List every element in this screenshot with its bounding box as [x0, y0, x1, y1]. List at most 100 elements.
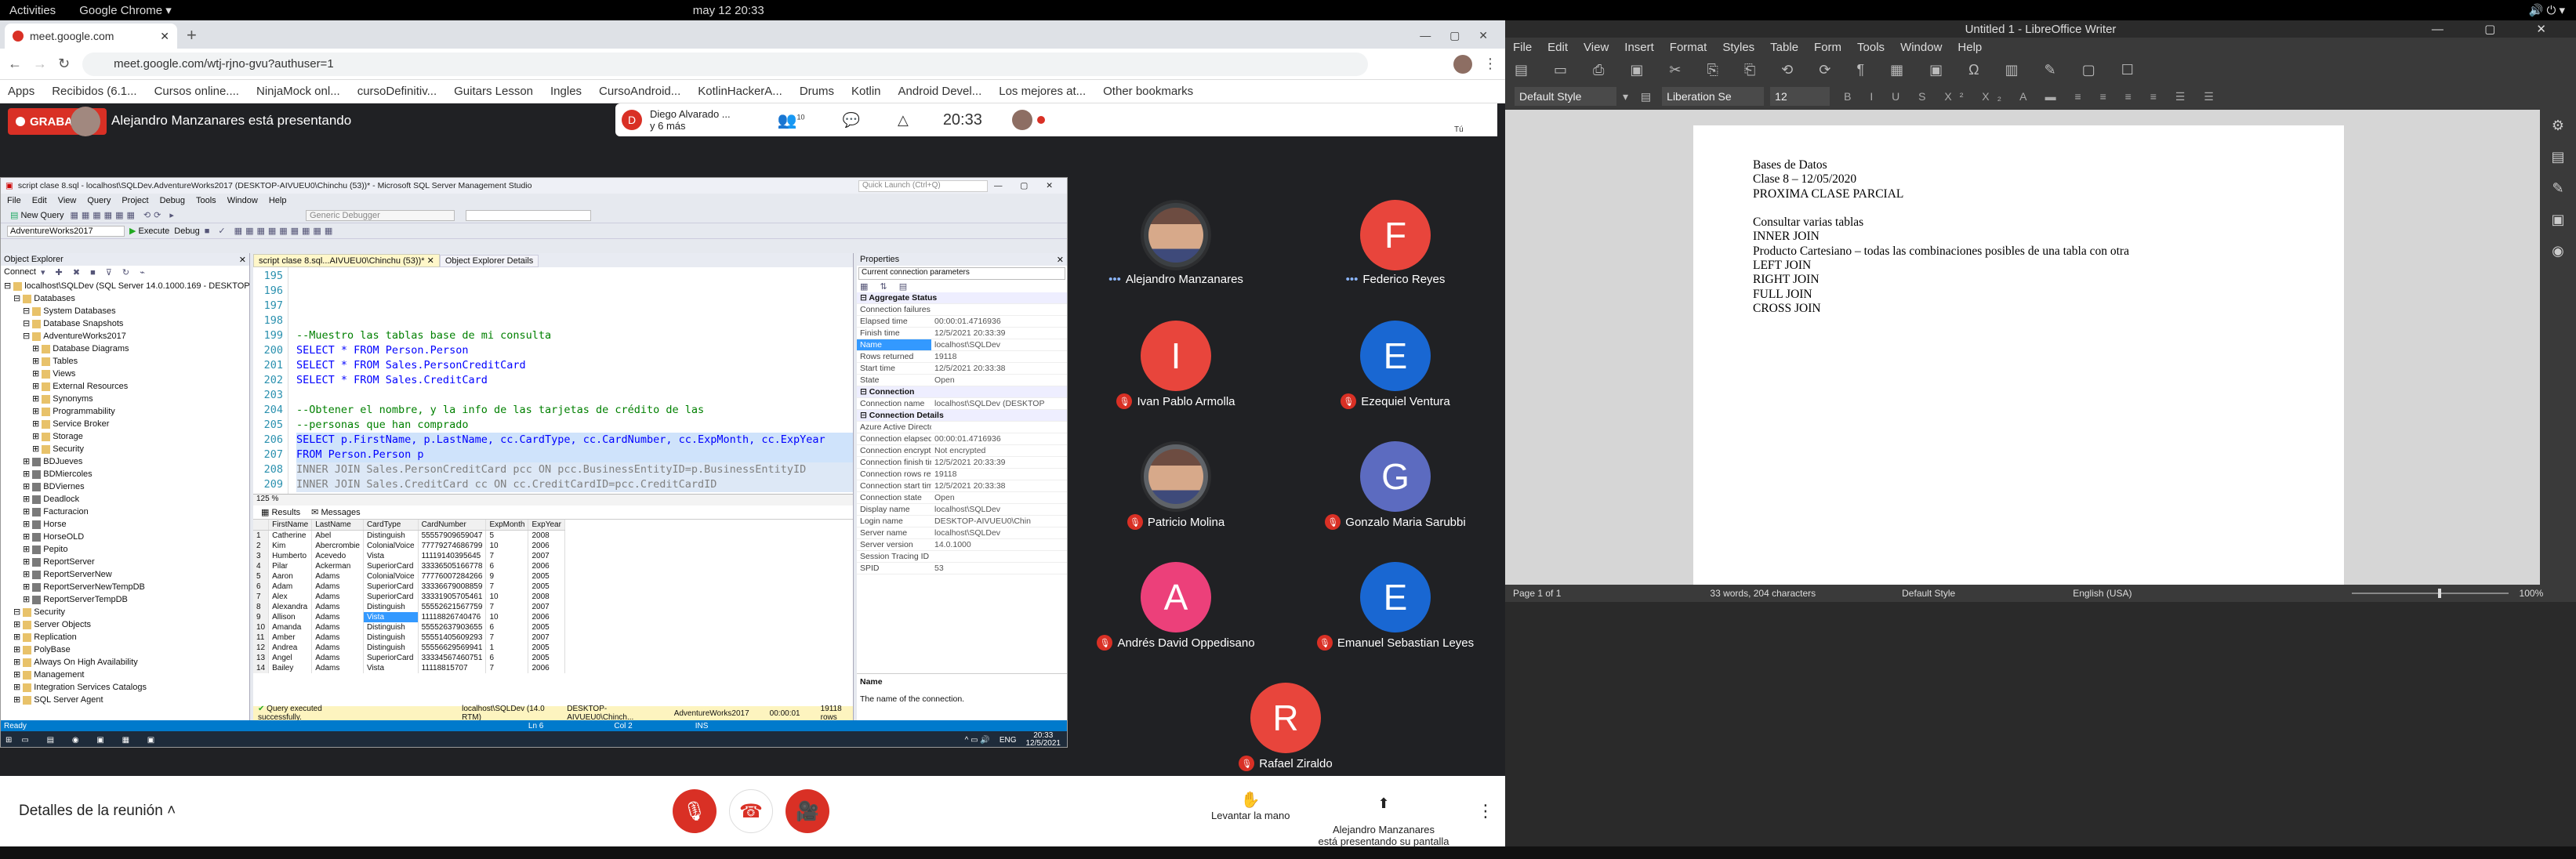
table-cell[interactable]: Adams: [311, 612, 364, 622]
zoom-slider-thumb[interactable]: [2437, 589, 2441, 598]
table-cell[interactable]: Distinguish: [363, 643, 419, 653]
bookmark-item[interactable]: Recibidos (6.1...: [52, 85, 136, 98]
table-cell[interactable]: 33336679008859: [418, 582, 487, 592]
table-cell[interactable]: 7: [485, 632, 529, 643]
table-cell[interactable]: 14: [253, 663, 270, 673]
pinned-user[interactable]: Diego Alvarado ... y 6 más: [650, 108, 731, 132]
writer-menu-item[interactable]: View: [1584, 41, 1609, 54]
properties-toolbar[interactable]: ▦ ⇅ ▤: [857, 281, 1067, 292]
table-cell[interactable]: 7: [485, 663, 529, 673]
expand-icon[interactable]: ⊟: [23, 319, 32, 328]
table-row[interactable]: 9 Allison Adams Vista 11118826740476 10 2006: [253, 612, 565, 622]
bookmark-item[interactable]: Other bookmarks: [1103, 85, 1193, 98]
table-cell[interactable]: 55556629569941: [418, 643, 487, 653]
table-cell[interactable]: Abercrombie: [311, 541, 364, 551]
expand-icon[interactable]: ⊟: [4, 281, 13, 291]
table-cell[interactable]: 8: [253, 602, 270, 612]
table-cell[interactable]: 11118826740476: [418, 612, 487, 622]
tree-node[interactable]: ⊞ Storage: [4, 430, 249, 443]
taskbar-language[interactable]: ENG: [1000, 736, 1017, 745]
bookmark-item[interactable]: Apps: [8, 85, 34, 98]
collapse-icon[interactable]: ⊟: [860, 387, 869, 397]
table-cell[interactable]: Abel: [311, 530, 364, 541]
table-cell[interactable]: Andrea: [268, 643, 313, 653]
column-header[interactable]: ExpMonth: [485, 520, 529, 531]
table-cell[interactable]: 33334567460751: [418, 653, 487, 663]
editor-tab-oe-details[interactable]: Object Explorer Details: [439, 255, 539, 267]
expand-icon[interactable]: ⊞: [23, 469, 32, 479]
properties-selector[interactable]: Current connection parameters: [858, 267, 1065, 280]
search-box-small[interactable]: [465, 209, 591, 221]
table-row[interactable]: 3 Humberto Acevedo Vista 11119140395645 7 2007: [253, 551, 565, 561]
table-cell[interactable]: SuperiorCard: [363, 582, 419, 592]
window-controls[interactable]: — ▢ ✕: [1420, 29, 1496, 42]
sidebar-settings-icon[interactable]: ⚙: [2540, 110, 2576, 141]
table-cell[interactable]: 10: [485, 612, 529, 622]
raise-hand-button[interactable]: ✋ Levantar la mano: [1211, 790, 1290, 821]
debugger-selector[interactable]: Generic Debugger: [305, 209, 455, 221]
presenting-button[interactable]: ⬆ Alejandro Manzanares está presentando …: [1317, 784, 1450, 859]
table-cell[interactable]: SuperiorCard: [363, 592, 419, 602]
ssms-menu-item[interactable]: Query: [87, 196, 111, 205]
tree-node[interactable]: ⊞ Integration Services Catalogs: [4, 681, 249, 694]
writer-menu-item[interactable]: Insert: [1624, 41, 1654, 54]
tree-node[interactable]: ⊟ Database Snapshots: [4, 317, 249, 330]
table-cell[interactable]: Pilar: [268, 561, 313, 571]
style-icons[interactable]: ▾ ▤: [1623, 90, 1656, 103]
tree-node[interactable]: ⊞ ReportServer: [4, 556, 249, 568]
table-row[interactable]: 8 Alexandra Adams Distinguish 55552621567759…: [253, 602, 565, 612]
table-cell[interactable]: Kim: [268, 541, 313, 551]
expand-icon[interactable]: ⊞: [32, 369, 42, 379]
property-row[interactable]: State Open: [857, 374, 1067, 386]
tree-node[interactable]: ⊞ Programmability: [4, 405, 249, 418]
writer-menu-item[interactable]: Format: [1670, 41, 1707, 54]
property-row[interactable]: Connection state Open: [857, 491, 1067, 504]
table-cell[interactable]: 77779274686799: [418, 541, 487, 551]
expand-icon[interactable]: ⊞: [23, 570, 32, 579]
table-cell[interactable]: Alex: [268, 592, 313, 602]
table-cell[interactable]: 10: [485, 592, 529, 602]
table-cell[interactable]: Acevedo: [311, 551, 364, 561]
property-row[interactable]: Login name DESKTOP-AIVUEU0\Chin: [857, 515, 1067, 527]
tree-node[interactable]: ⊞ Database Diagrams: [4, 343, 249, 355]
table-cell[interactable]: 2007: [528, 551, 565, 561]
writer-menu-item[interactable]: Help: [1957, 41, 1982, 54]
bookmark-item[interactable]: Cursos online....: [154, 85, 239, 98]
expand-icon[interactable]: ⊞: [23, 557, 32, 567]
ssms-menu-item[interactable]: Tools: [196, 196, 216, 205]
profile-avatar[interactable]: [1453, 54, 1472, 74]
table-cell[interactable]: Adams: [311, 632, 364, 643]
db-selector[interactable]: AdventureWorks2017: [7, 225, 125, 237]
table-cell[interactable]: Adams: [311, 582, 364, 592]
table-cell[interactable]: 2006: [528, 541, 565, 551]
bookmark-item[interactable]: Drums: [800, 85, 834, 98]
table-cell[interactable]: Distinguish: [363, 602, 419, 612]
bookmark-item[interactable]: Guitars Lesson: [454, 85, 533, 98]
collapse-icon[interactable]: ⊟: [860, 293, 869, 303]
editor-tab-active[interactable]: script clase 8.sql...AIVUEU0\Chinchu (53…: [253, 254, 440, 267]
table-cell[interactable]: 77776007284266: [418, 571, 487, 582]
table-cell[interactable]: Adams: [311, 643, 364, 653]
new-tab-button[interactable]: +: [187, 25, 197, 45]
windows-start-icon[interactable]: ⊞: [5, 736, 12, 745]
table-cell[interactable]: 2005: [528, 643, 565, 653]
font-name-box[interactable]: Liberation Se: [1662, 87, 1765, 106]
oe-toolbar-icons[interactable]: ▾ ✚ ✖ ■ ⊽ ↻ ⌁: [41, 267, 149, 277]
table-cell[interactable]: Humberto: [268, 551, 313, 561]
table-cell[interactable]: 10: [253, 622, 270, 632]
table-row[interactable]: 11 Amber Adams Distinguish 55551405609293 7 20…: [253, 632, 565, 643]
property-row[interactable]: Connection rows retu 19118: [857, 468, 1067, 480]
tree-node[interactable]: ⊟ Security: [4, 606, 249, 618]
expand-icon[interactable]: ⊞: [23, 457, 32, 466]
expand-icon[interactable]: ⊞: [23, 532, 32, 542]
table-cell[interactable]: 7: [253, 592, 270, 602]
ssms-menu-item[interactable]: Window: [227, 196, 258, 205]
table-cell[interactable]: Adams: [311, 622, 364, 632]
self-avatar[interactable]: [1011, 110, 1032, 130]
tree-node[interactable]: ⊞ Service Broker: [4, 418, 249, 430]
tree-node[interactable]: ⊞ BDViernes: [4, 480, 249, 493]
sidebar-gallery-icon[interactable]: ▣: [2540, 204, 2576, 235]
font-size-box[interactable]: 12: [1770, 87, 1830, 106]
code-area[interactable]: 195 196 197 198 199 200 201 202 203 204 205 206 207 2…: [253, 267, 853, 495]
ssms-window-controls[interactable]: — ▢ ✕: [994, 181, 1061, 190]
